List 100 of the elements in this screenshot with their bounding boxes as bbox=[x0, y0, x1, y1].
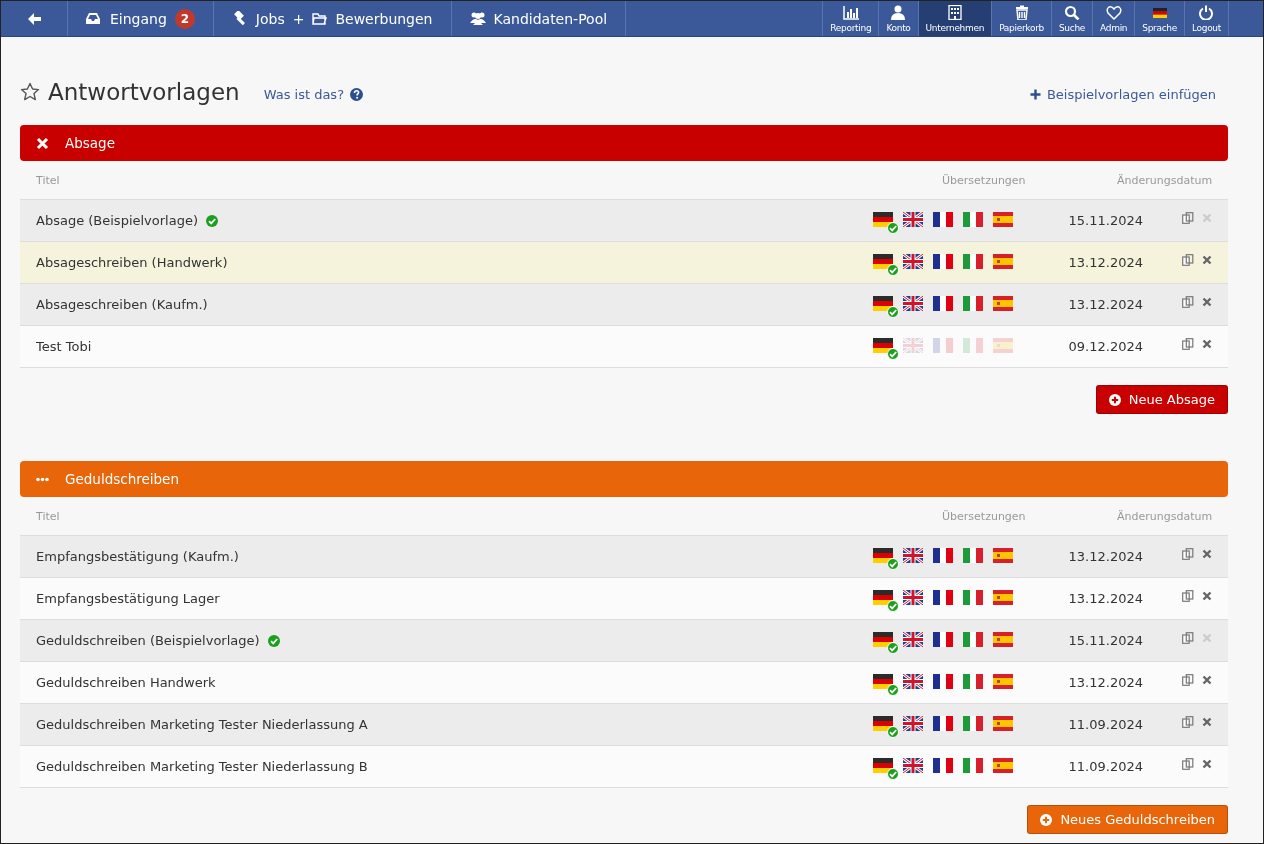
british-flag-icon[interactable] bbox=[903, 295, 923, 311]
french-flag-icon[interactable] bbox=[933, 673, 953, 689]
italian-flag-icon[interactable] bbox=[963, 253, 983, 269]
close-icon[interactable] bbox=[1202, 548, 1212, 559]
german-flag-icon[interactable] bbox=[873, 547, 899, 570]
nav-button[interactable]: Konto bbox=[878, 1, 918, 36]
british-flag-icon[interactable] bbox=[903, 757, 923, 773]
french-flag-icon[interactable] bbox=[933, 295, 953, 311]
nav-button[interactable]: Unternehmen bbox=[917, 1, 992, 36]
copy-icon[interactable] bbox=[1182, 673, 1194, 686]
british-flag-icon[interactable] bbox=[903, 631, 923, 647]
german-flag-icon[interactable] bbox=[873, 295, 899, 318]
spanish-flag-icon[interactable] bbox=[993, 631, 1013, 647]
table-row[interactable]: Empfangsbestätigung (Kaufm.) 13.12.2024 bbox=[20, 536, 1228, 578]
nav-button[interactable]: Sprache bbox=[1134, 1, 1184, 36]
spanish-flag-icon[interactable] bbox=[993, 589, 1013, 605]
german-flag-icon[interactable] bbox=[873, 253, 899, 276]
table-row[interactable]: Empfangsbestätigung Lager 13.12.2024 bbox=[20, 578, 1228, 620]
spanish-flag-icon[interactable] bbox=[993, 673, 1013, 689]
template-title: Geduldschreiben Marketing Tester Niederlassung B bbox=[36, 759, 368, 774]
italian-flag-icon[interactable] bbox=[963, 589, 983, 605]
table-row[interactable]: Geduldschreiben Handwerk 13.12.2024 bbox=[20, 662, 1228, 704]
back-arrow-icon bbox=[26, 11, 42, 26]
italian-flag-icon[interactable] bbox=[963, 631, 983, 647]
copy-icon[interactable] bbox=[1182, 715, 1194, 728]
table-row[interactable]: Geduldschreiben Marketing Tester Niederlassung A 11.09.2024 bbox=[20, 704, 1228, 746]
close-icon[interactable] bbox=[1202, 674, 1212, 685]
nav-button[interactable]: Papierkorb bbox=[991, 1, 1051, 36]
table-row[interactable]: Absageschreiben (Handwerk) 13.12.2024 bbox=[20, 242, 1228, 284]
nav-button[interactable]: Suche bbox=[1050, 1, 1093, 36]
copy-icon[interactable] bbox=[1182, 295, 1194, 308]
french-flag-icon[interactable] bbox=[933, 589, 953, 605]
close-icon[interactable] bbox=[1202, 254, 1212, 265]
column-header: Übersetzungen bbox=[942, 173, 1027, 187]
question-icon bbox=[350, 87, 364, 101]
copy-icon[interactable] bbox=[1182, 337, 1194, 350]
german-flag-icon[interactable] bbox=[873, 673, 899, 696]
spanish-flag-icon[interactable] bbox=[993, 211, 1013, 227]
nav-link[interactable]: Kandidaten-Pool bbox=[451, 1, 627, 36]
british-flag-icon[interactable] bbox=[903, 211, 923, 227]
date-text: 13.12.2024 bbox=[1068, 591, 1143, 606]
german-flag-icon[interactable] bbox=[873, 211, 899, 234]
star-icon[interactable] bbox=[20, 82, 40, 102]
nav-link[interactable]: Bewerbungen bbox=[312, 10, 433, 27]
nav-button[interactable]: Logout bbox=[1184, 1, 1229, 36]
insert-examples-link[interactable]: Beispielvorlagen einfügen bbox=[1029, 86, 1216, 102]
copy-icon[interactable] bbox=[1182, 547, 1194, 560]
date-text: 11.09.2024 bbox=[1068, 717, 1143, 732]
british-flag-icon[interactable] bbox=[903, 589, 923, 605]
close-icon[interactable] bbox=[1202, 758, 1212, 769]
italian-flag-icon[interactable] bbox=[963, 295, 983, 311]
table-row[interactable]: Test Tobi 09.12.2024 bbox=[20, 326, 1228, 368]
copy-icon[interactable] bbox=[1182, 631, 1194, 644]
spanish-flag-icon[interactable] bbox=[993, 253, 1013, 269]
italian-flag-icon[interactable] bbox=[963, 757, 983, 773]
column-header: Titel bbox=[36, 509, 61, 523]
french-flag-icon[interactable] bbox=[933, 211, 953, 227]
close-icon[interactable] bbox=[1202, 338, 1212, 349]
spanish-flag-icon[interactable] bbox=[993, 295, 1013, 311]
french-flag-icon[interactable] bbox=[933, 715, 953, 731]
column-header: Änderungsdatum bbox=[1117, 509, 1212, 523]
help-link[interactable]: Was ist das? bbox=[263, 86, 364, 102]
nav-link[interactable]: Eingang 2 bbox=[68, 1, 214, 36]
german-flag-icon[interactable] bbox=[873, 715, 899, 738]
copy-icon[interactable] bbox=[1182, 757, 1194, 770]
close-icon[interactable] bbox=[1202, 590, 1212, 601]
german-flag-icon[interactable] bbox=[873, 589, 899, 612]
spanish-flag-icon[interactable] bbox=[993, 547, 1013, 563]
copy-icon[interactable] bbox=[1182, 253, 1194, 266]
italian-flag-icon[interactable] bbox=[963, 673, 983, 689]
new-template-button[interactable]: Neue Absage bbox=[1095, 385, 1228, 414]
german-flag-icon[interactable] bbox=[873, 757, 899, 780]
table-row[interactable]: Geduldschreiben (Beispielvorlage) 15.11.2024 bbox=[20, 620, 1228, 662]
british-flag-icon[interactable] bbox=[903, 715, 923, 731]
german-flag-icon[interactable] bbox=[873, 337, 899, 360]
spanish-flag-icon[interactable] bbox=[993, 757, 1013, 773]
copy-icon[interactable] bbox=[1182, 211, 1194, 224]
french-flag-icon[interactable] bbox=[933, 757, 953, 773]
italian-flag-icon[interactable] bbox=[963, 715, 983, 731]
italian-flag-icon[interactable] bbox=[963, 547, 983, 563]
table-row[interactable]: Absageschreiben (Kaufm.) 13.12.2024 bbox=[20, 284, 1228, 326]
german-flag-icon[interactable] bbox=[873, 631, 899, 654]
close-icon[interactable] bbox=[1202, 296, 1212, 307]
french-flag-icon[interactable] bbox=[933, 253, 953, 269]
french-flag-icon[interactable] bbox=[933, 547, 953, 563]
spanish-flag-icon[interactable] bbox=[993, 715, 1013, 731]
table-row[interactable]: Absage (Beispielvorlage) 15.11.2024 bbox=[20, 200, 1228, 242]
close-icon[interactable] bbox=[1202, 716, 1212, 727]
british-flag-icon[interactable] bbox=[903, 253, 923, 269]
table-row[interactable]: Geduldschreiben Marketing Tester Niederlassung B 11.09.2024 bbox=[20, 746, 1228, 788]
nav-button[interactable]: Reporting bbox=[822, 1, 879, 36]
copy-icon[interactable] bbox=[1182, 589, 1194, 602]
page-title: Antwortvorlagen bbox=[48, 79, 240, 105]
italian-flag-icon[interactable] bbox=[963, 211, 983, 227]
nav-link[interactable]: Jobs bbox=[231, 10, 285, 27]
french-flag-icon[interactable] bbox=[933, 631, 953, 647]
nav-button[interactable]: Admin bbox=[1092, 1, 1135, 36]
british-flag-icon[interactable] bbox=[903, 547, 923, 563]
british-flag-icon[interactable] bbox=[903, 673, 923, 689]
folder-icon bbox=[312, 11, 328, 26]
